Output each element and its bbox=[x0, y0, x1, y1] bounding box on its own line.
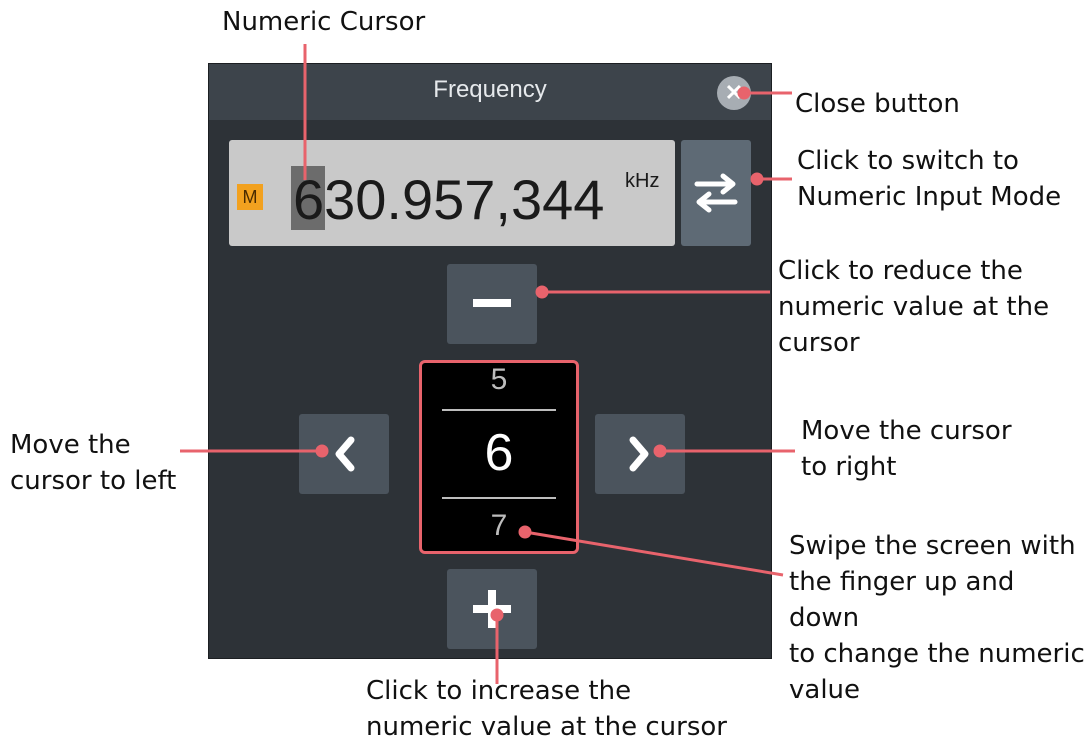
decrease-button[interactable] bbox=[447, 264, 537, 344]
mode-badge: M bbox=[237, 184, 263, 210]
close-button[interactable]: ✕ bbox=[717, 76, 751, 110]
close-icon: ✕ bbox=[724, 80, 744, 105]
annotation-move-left-line2: cursor to left bbox=[10, 466, 177, 496]
annotation-increase-line1: Click to increase the bbox=[366, 676, 632, 706]
annotation-switch-mode-line2: Numeric Input Mode bbox=[797, 182, 1062, 212]
annotation-decrease: Click to reduce the numeric value at the… bbox=[778, 253, 1049, 361]
annotation-move-right-line2: to right bbox=[801, 452, 897, 482]
chevron-left-icon bbox=[335, 436, 355, 472]
wheel-divider-top bbox=[442, 409, 556, 411]
plus-icon bbox=[473, 590, 511, 628]
annotation-move-right-line1: Move the cursor bbox=[801, 416, 1012, 446]
annotation-increase: Click to increase the numeric value at t… bbox=[366, 673, 727, 745]
digit-wheel[interactable]: 5 6 7 bbox=[419, 360, 579, 554]
minus-icon bbox=[473, 299, 511, 307]
annotation-swipe-line4: value bbox=[789, 675, 861, 705]
annotation-decrease-line2: numeric value at the bbox=[778, 292, 1050, 322]
mode-switch-button[interactable] bbox=[681, 140, 751, 246]
chevron-right-icon bbox=[629, 436, 649, 472]
annotation-switch-mode: Click to switch to Numeric Input Mode bbox=[797, 143, 1061, 215]
swap-arrows-icon bbox=[694, 173, 738, 213]
wheel-current-digit: 6 bbox=[484, 424, 514, 482]
frequency-dialog: Frequency ✕ M 630.957,344 kHz 5 6 7 bbox=[208, 63, 772, 659]
wheel-prev-digit: 5 bbox=[490, 363, 508, 396]
annotation-swipe-line1: Swipe the screen with bbox=[789, 531, 1076, 561]
wheel-divider-bottom bbox=[442, 497, 556, 499]
cursor-right-button[interactable] bbox=[595, 414, 685, 494]
annotation-decrease-line1: Click to reduce the bbox=[778, 256, 1023, 286]
frequency-value: 630.957,344 bbox=[293, 168, 605, 231]
frequency-unit: kHz bbox=[625, 170, 660, 192]
increase-button[interactable] bbox=[447, 569, 537, 649]
annotation-swipe-line2: the finger up and down bbox=[789, 567, 1015, 633]
cursor-left-button[interactable] bbox=[299, 414, 389, 494]
annotation-numeric-cursor: Numeric Cursor bbox=[222, 7, 426, 37]
wheel-next-digit: 7 bbox=[490, 509, 508, 542]
annotation-move-left-line1: Move the bbox=[10, 430, 131, 460]
annotation-swipe-line3: to change the numeric bbox=[789, 639, 1085, 669]
annotation-close-button: Close button bbox=[795, 89, 960, 119]
annotation-swipe: Swipe the screen with the finger up and … bbox=[789, 528, 1087, 708]
value-display[interactable]: M 630.957,344 kHz bbox=[229, 140, 675, 246]
annotation-move-right: Move the cursor to right bbox=[801, 413, 1012, 485]
dialog-title: Frequency bbox=[433, 76, 547, 103]
annotation-decrease-line3: cursor bbox=[778, 328, 860, 358]
annotation-move-left: Move the cursor to left bbox=[10, 427, 176, 499]
dialog-header: Frequency ✕ bbox=[209, 64, 771, 120]
annotation-switch-mode-line1: Click to switch to bbox=[797, 146, 1019, 176]
